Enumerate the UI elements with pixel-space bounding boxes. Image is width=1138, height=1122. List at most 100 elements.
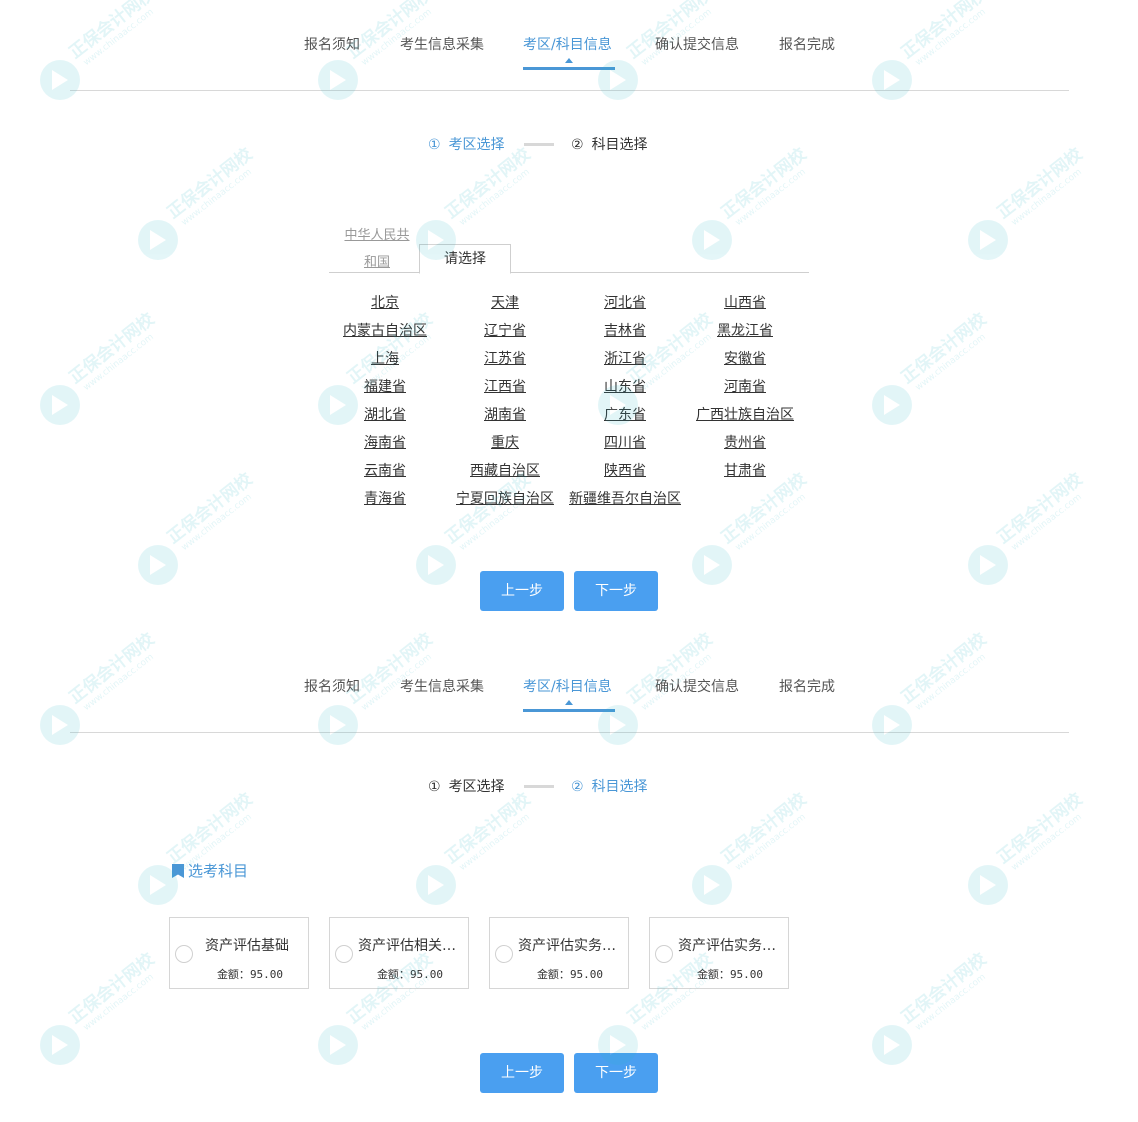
tab-country-line1: 中华人民共	[344, 228, 410, 243]
nav-divider	[70, 90, 1069, 91]
nav-tab-confirm[interactable]: 确认提交信息	[655, 34, 739, 54]
step-indicator: ① 考区选择 ② 科目选择	[0, 776, 1138, 796]
subject-name: 资产评估实务…	[518, 938, 616, 954]
province-link[interactable]: 新疆维吾尔自治区	[565, 488, 685, 508]
province-link[interactable]: 宁夏回族自治区	[445, 488, 565, 508]
province-link[interactable]: 甘肃省	[685, 460, 805, 480]
province-link[interactable]: 山东省	[565, 376, 685, 396]
province-link[interactable]: 西藏自治区	[445, 460, 565, 480]
subject-name: 资产评估基础	[205, 938, 289, 954]
bookmark-icon	[172, 864, 184, 878]
region-picker-tabs: 中华人民共 和国 请选择	[329, 220, 809, 276]
step-number: ①	[428, 779, 441, 795]
step-label: 科目选择	[591, 137, 648, 153]
subject-price: 金额：95.00	[650, 966, 810, 982]
province-link[interactable]: 海南省	[325, 432, 445, 452]
province-link[interactable]: 河南省	[685, 376, 805, 396]
registration-nav: 报名须知 考生信息采集 考区/科目信息 确认提交信息 报名完成	[0, 34, 1138, 70]
active-tab-underline	[523, 67, 615, 70]
province-link[interactable]: 湖北省	[325, 404, 445, 424]
price-label: 金额：	[696, 968, 730, 981]
subject-section-title: 选考科目	[172, 860, 248, 881]
nav-tab-region-subject[interactable]: 考区/科目信息	[523, 34, 612, 54]
province-link[interactable]: 四川省	[565, 432, 685, 452]
province-link[interactable]: 重庆	[445, 432, 565, 452]
price-label: 金额：	[216, 968, 250, 981]
next-step-button[interactable]: 下一步	[574, 571, 658, 611]
prev-step-button[interactable]: 上一步	[480, 1053, 564, 1093]
step-number: ②	[571, 137, 584, 153]
province-link[interactable]: 北京	[325, 292, 445, 312]
province-link[interactable]: 湖南省	[445, 404, 565, 424]
province-link[interactable]: 广东省	[565, 404, 685, 424]
step-label: 考区选择	[448, 779, 505, 795]
step-connector	[524, 143, 554, 146]
subject-radio[interactable]	[175, 945, 193, 963]
registration-nav: 报名须知 考生信息采集 考区/科目信息 确认提交信息 报名完成	[0, 676, 1138, 712]
active-tab-underline	[523, 709, 615, 712]
price-value: 95.00	[729, 968, 764, 981]
subject-name: 资产评估实务…	[678, 938, 776, 954]
nav-tab-complete[interactable]: 报名完成	[779, 676, 835, 696]
step-region: ① 考区选择	[428, 776, 505, 796]
province-link[interactable]: 天津	[445, 292, 565, 312]
price-value: 95.00	[249, 968, 284, 981]
province-link[interactable]: 陕西省	[565, 460, 685, 480]
subject-card[interactable]: 资产评估实务… 金额：95.00	[489, 917, 629, 989]
step-label: 考区选择	[448, 137, 505, 153]
price-label: 金额：	[536, 968, 570, 981]
province-link[interactable]: 吉林省	[565, 320, 685, 340]
province-link[interactable]: 河北省	[565, 292, 685, 312]
subject-name: 资产评估相关…	[358, 938, 456, 954]
nav-tab-info-collection[interactable]: 考生信息采集	[400, 34, 484, 54]
subject-card[interactable]: 资产评估基础 金额：95.00	[169, 917, 309, 989]
price-label: 金额：	[376, 968, 410, 981]
province-link[interactable]: 上海	[325, 348, 445, 368]
province-link[interactable]: 江西省	[445, 376, 565, 396]
province-link[interactable]: 贵州省	[685, 432, 805, 452]
step-region: ① 考区选择	[428, 134, 505, 154]
province-link[interactable]: 内蒙古自治区	[325, 320, 445, 340]
province-link[interactable]: 福建省	[325, 376, 445, 396]
province-link[interactable]: 辽宁省	[445, 320, 565, 340]
tab-country[interactable]: 中华人民共 和国	[339, 222, 415, 276]
nav-tab-notice[interactable]: 报名须知	[304, 676, 360, 696]
nav-tab-notice[interactable]: 报名须知	[304, 34, 360, 54]
subject-price: 金额：95.00	[170, 966, 330, 982]
province-link[interactable]: 山西省	[685, 292, 805, 312]
tab-please-select[interactable]: 请选择	[419, 244, 511, 274]
nav-tab-confirm[interactable]: 确认提交信息	[655, 676, 739, 696]
subject-radio[interactable]	[335, 945, 353, 963]
subject-price: 金额：95.00	[330, 966, 490, 982]
subject-selection-panel: 报名须知 考生信息采集 考区/科目信息 确认提交信息 报名完成 ① 考区选择 ②科…	[0, 642, 1138, 1122]
province-link[interactable]: 云南省	[325, 460, 445, 480]
step-label: 科目选择	[591, 779, 648, 795]
step-connector	[524, 785, 554, 788]
nav-tab-info-collection[interactable]: 考生信息采集	[400, 676, 484, 696]
active-tab-caret-icon	[565, 58, 573, 63]
subject-card[interactable]: 资产评估实务… 金额：95.00	[649, 917, 789, 989]
subject-title-text: 选考科目	[188, 862, 249, 880]
prev-step-button[interactable]: 上一步	[480, 571, 564, 611]
region-selection-panel: 报名须知 考生信息采集 考区/科目信息 确认提交信息 报名完成 ① 考区选择 ②科…	[0, 0, 1138, 640]
province-link[interactable]: 青海省	[325, 488, 445, 508]
subject-radio[interactable]	[655, 945, 673, 963]
province-link[interactable]: 安徽省	[685, 348, 805, 368]
subject-card[interactable]: 资产评估相关… 金额：95.00	[329, 917, 469, 989]
subject-price: 金额：95.00	[490, 966, 650, 982]
region-picker: 中华人民共 和国 请选择 北京 天津 河北省 山西省 内蒙古自治区 辽宁省 吉林省 黑龙江省上…	[329, 220, 809, 507]
province-link[interactable]: 江苏省	[445, 348, 565, 368]
step-subject: ② 科目选择	[571, 776, 648, 796]
province-link[interactable]: 浙江省	[565, 348, 685, 368]
step-indicator: ① 考区选择 ② 科目选择	[0, 134, 1138, 154]
subject-radio[interactable]	[495, 945, 513, 963]
nav-tab-complete[interactable]: 报名完成	[779, 34, 835, 54]
province-link[interactable]: 黑龙江省	[685, 320, 805, 340]
active-tab-caret-icon	[565, 700, 573, 705]
step-number: ②	[571, 779, 584, 795]
tab-country-line2: 和国	[363, 255, 390, 270]
province-link[interactable]: 广西壮族自治区	[685, 404, 805, 424]
nav-tab-region-subject[interactable]: 考区/科目信息	[523, 676, 612, 696]
next-step-button[interactable]: 下一步	[574, 1053, 658, 1093]
step-subject: ② 科目选择	[571, 134, 648, 154]
